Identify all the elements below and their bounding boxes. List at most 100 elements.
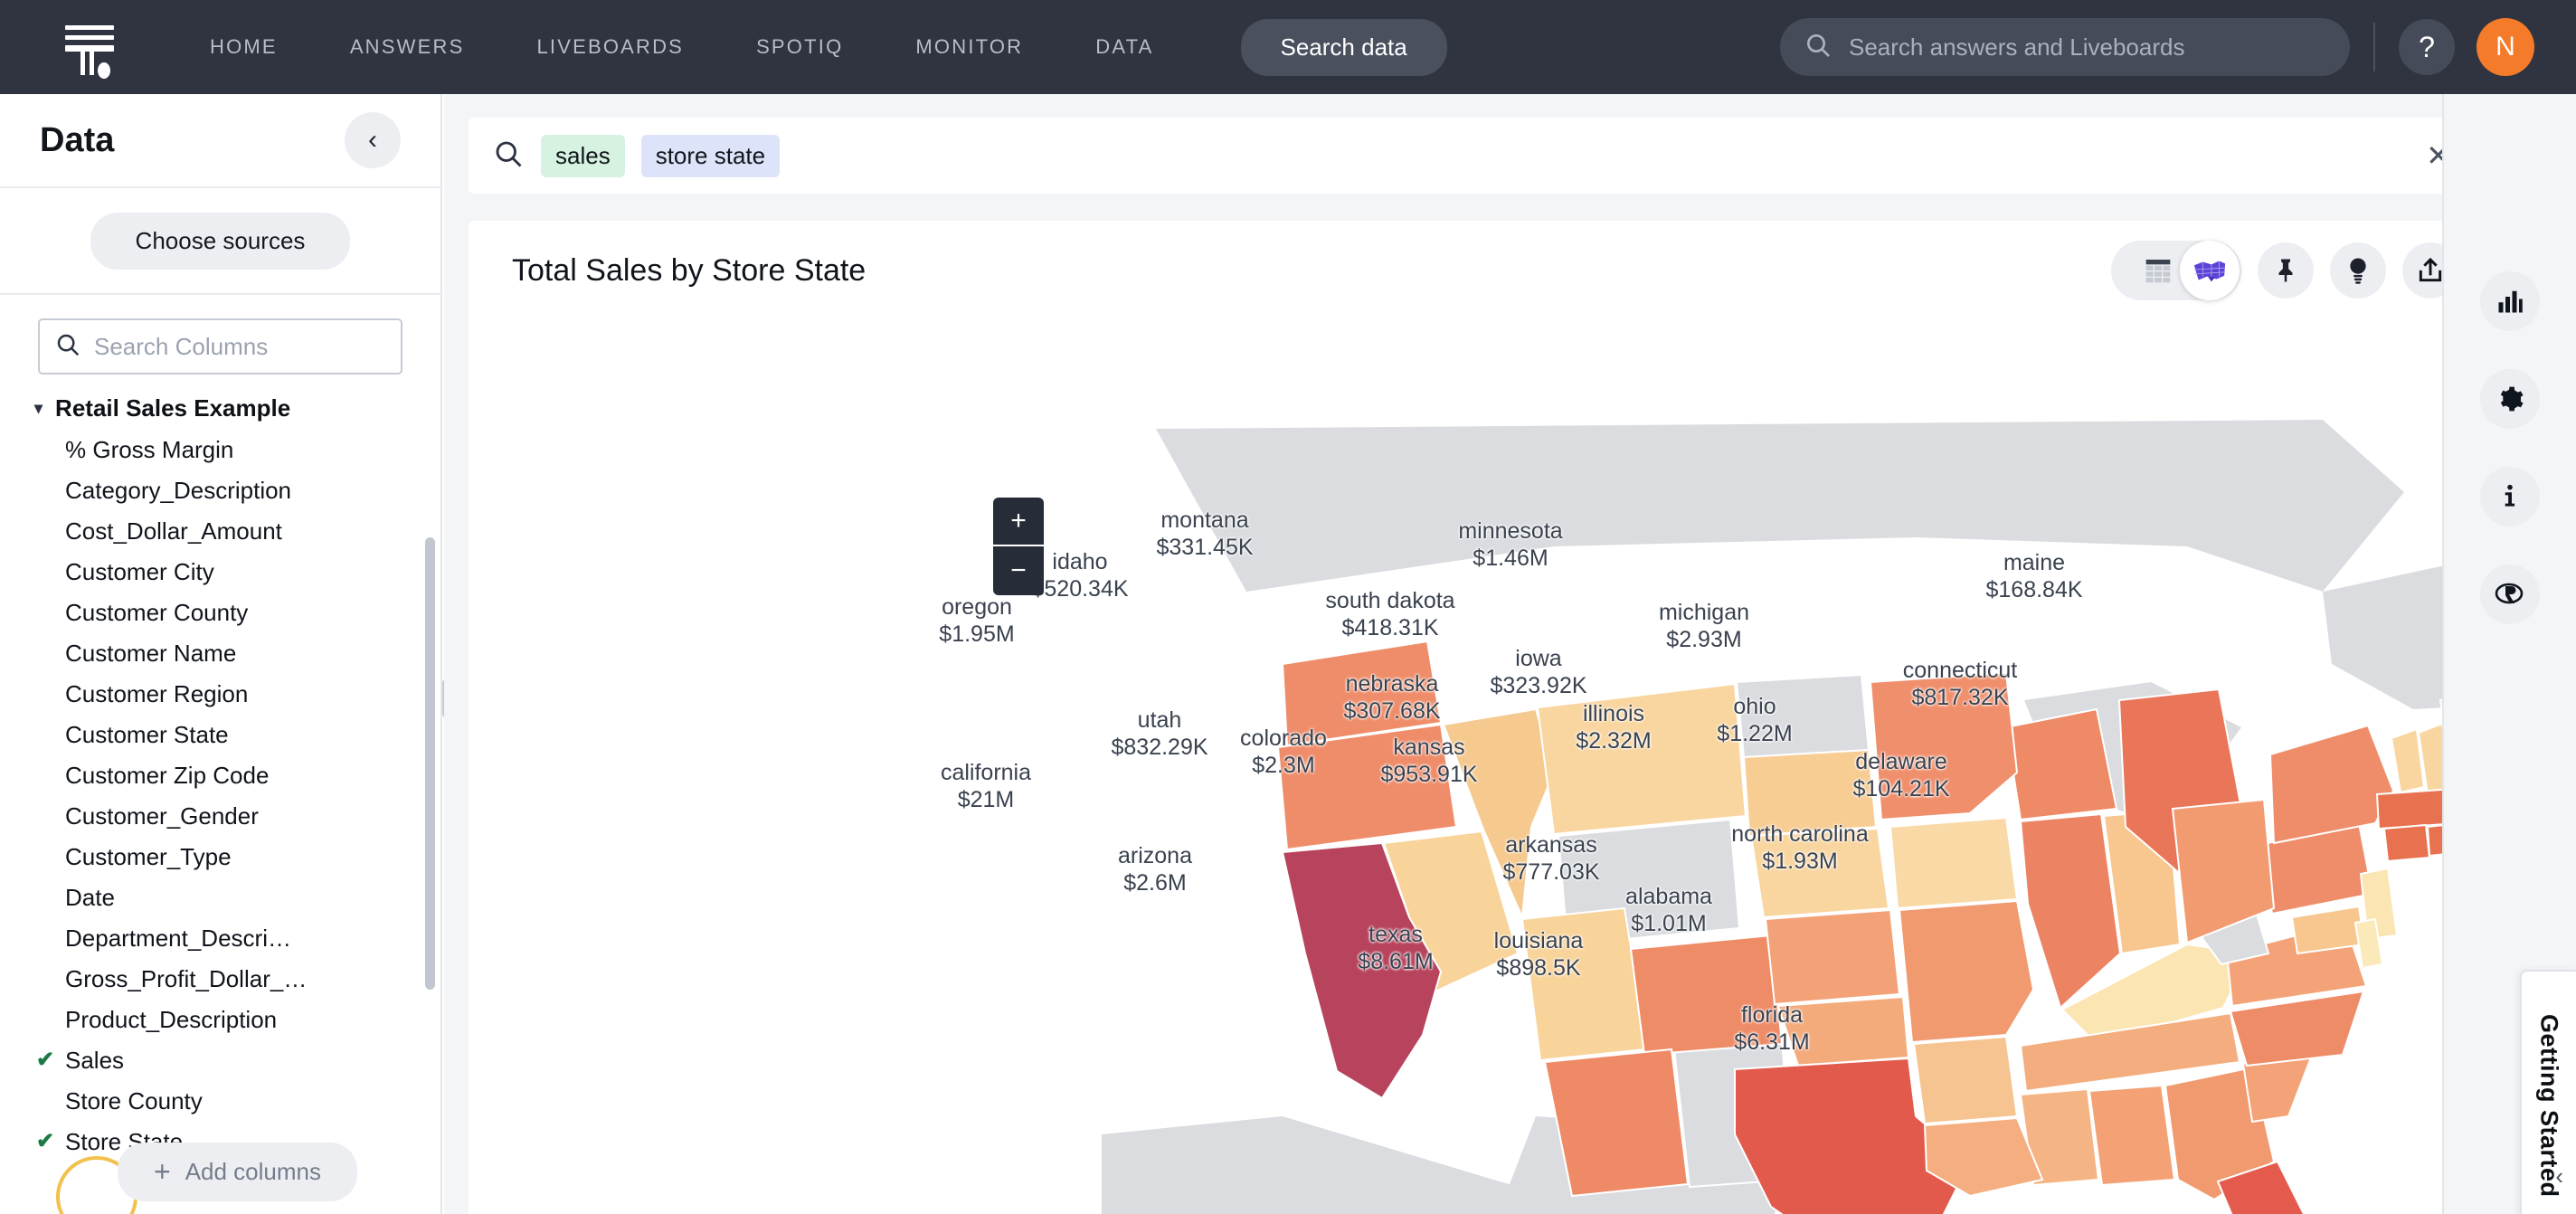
nav-item-monitor[interactable]: MONITOR: [915, 26, 1023, 68]
global-search-placeholder: Search answers and Liveboards: [1849, 33, 2184, 62]
sidebar-scrollbar[interactable]: [425, 537, 435, 990]
search-data-button[interactable]: Search data: [1241, 19, 1447, 76]
column-item-label: Customer Name: [65, 640, 236, 667]
column-item-label: Customer Region: [65, 680, 248, 707]
map-state-north-dakota[interactable]: [1737, 675, 1869, 757]
map-state-connecticut[interactable]: [2384, 825, 2429, 861]
column-item-label: Customer County: [65, 599, 248, 626]
query-chip-store-state[interactable]: store state: [641, 135, 780, 177]
column-item[interactable]: Customer Region: [34, 674, 440, 715]
query-search-bar[interactable]: sales store state ✕: [469, 118, 2481, 194]
column-item-label: % Gross Margin: [65, 436, 233, 463]
global-search-input[interactable]: Search answers and Liveboards: [1780, 18, 2350, 76]
column-item[interactable]: Date: [34, 877, 440, 918]
zoom-in-button[interactable]: +: [993, 498, 1044, 546]
nav-item-data[interactable]: DATA: [1095, 26, 1153, 68]
column-item-label: Store County: [65, 1087, 203, 1114]
sidebar-collapse-button[interactable]: ‹: [345, 112, 401, 168]
map-state-wisconsin[interactable]: [2006, 709, 2117, 820]
spotiq-insight-icon[interactable]: [2330, 242, 2386, 299]
column-item-label: Customer_Type: [65, 843, 232, 870]
column-item-label: Department_Descri…: [65, 925, 291, 952]
search-icon: [1804, 31, 1833, 64]
data-source-label: Retail Sales Example: [55, 394, 290, 422]
add-columns-label: Add columns: [185, 1158, 321, 1186]
query-chip-sales[interactable]: sales: [541, 135, 625, 177]
column-item-label: Gross_Profit_Dollar_…: [65, 965, 307, 992]
info-icon[interactable]: [2480, 467, 2540, 526]
pin-icon[interactable]: [2258, 242, 2314, 299]
search-columns-input[interactable]: Search Columns: [38, 318, 402, 375]
top-navigation-bar: HOME ANSWERS LIVEBOARDS SPOTIQ MONITOR D…: [0, 0, 2576, 94]
column-item[interactable]: Customer_Gender: [34, 796, 440, 837]
help-button[interactable]: ?: [2399, 19, 2455, 75]
column-item[interactable]: Customer Zip Code: [34, 755, 440, 796]
rail-buttons: [2444, 94, 2576, 624]
map-state-arkansas[interactable]: [1914, 1037, 2017, 1124]
map-state-iowa[interactable]: [1890, 818, 2017, 908]
check-icon: ✔: [36, 1047, 54, 1073]
map-state-kansas[interactable]: [1766, 910, 1899, 1004]
column-item-label: Sales: [65, 1047, 124, 1074]
thoughtspot-logo-icon[interactable]: [60, 17, 119, 77]
search-icon: [492, 138, 525, 175]
column-item-label: Customer Zip Code: [65, 762, 269, 789]
column-item-label: Product_Description: [65, 1006, 277, 1033]
map-state-maryland[interactable]: [2292, 906, 2364, 953]
nav-divider: [2373, 23, 2375, 71]
rail-collapse-icon[interactable]: ‹: [2555, 1162, 2563, 1190]
chart-settings-icon[interactable]: [2480, 369, 2540, 429]
column-item[interactable]: Customer Name: [34, 633, 440, 674]
chart-type-icon[interactable]: [2480, 271, 2540, 331]
sidebar-header: Data ‹: [0, 94, 440, 188]
map-state-new-york[interactable]: [2270, 726, 2393, 843]
map-state-alabama[interactable]: [2089, 1086, 2174, 1185]
sidebar-sources-section: Choose sources: [0, 188, 440, 295]
map-state-missouri[interactable]: [1899, 901, 2033, 1042]
getting-started-tab[interactable]: Getting Started: [2520, 970, 2576, 1214]
column-item[interactable]: % Gross Margin: [34, 430, 440, 470]
map-state-minnesota[interactable]: [1870, 673, 2017, 820]
column-item-label: Customer_Gender: [65, 802, 259, 830]
column-item[interactable]: Customer_Type: [34, 837, 440, 877]
visualization-header: Total Sales by Store State: [469, 221, 2574, 320]
map-zoom-controls: + −: [993, 498, 1044, 595]
column-item[interactable]: Category_Description: [34, 470, 440, 511]
nav-item-liveboards[interactable]: LIVEBOARDS: [536, 26, 684, 68]
column-item[interactable]: Store County: [34, 1081, 440, 1122]
data-source-retail-sales-example[interactable]: ▾ Retail Sales Example: [34, 394, 440, 422]
r-analysis-icon[interactable]: [2480, 564, 2540, 624]
page-title: Data: [40, 121, 114, 160]
map-state-oregon[interactable]: [1278, 725, 1456, 849]
choropleth-map[interactable]: oregon$1.95Midaho$520.34Kmontana$331.45K…: [469, 320, 2574, 1214]
nav-links: HOME ANSWERS LIVEBOARDS SPOTIQ MONITOR D…: [210, 19, 1447, 76]
column-item[interactable]: Customer City: [34, 552, 440, 593]
avatar[interactable]: N: [2477, 18, 2534, 76]
map-state-montana[interactable]: [1538, 684, 1746, 834]
column-item[interactable]: Product_Description: [34, 1000, 440, 1040]
map-state-illinois[interactable]: [2021, 814, 2120, 1008]
column-item-label: Date: [65, 884, 115, 911]
column-item[interactable]: ✔ Sales: [34, 1040, 440, 1081]
visualization-card: Total Sales by Store State: [469, 221, 2574, 1214]
map-state-south-dakota[interactable]: [1744, 750, 1876, 836]
nav-item-home[interactable]: HOME: [210, 26, 278, 68]
map-state-colorado[interactable]: [1631, 935, 1782, 1055]
plus-icon: +: [154, 1155, 171, 1189]
zoom-out-button[interactable]: −: [993, 546, 1044, 595]
map-chart-icon[interactable]: [2180, 241, 2240, 300]
column-item[interactable]: Department_Descri…: [34, 918, 440, 959]
column-item[interactable]: Customer State: [34, 715, 440, 755]
nav-item-answers[interactable]: ANSWERS: [350, 26, 465, 68]
search-columns-placeholder: Search Columns: [94, 333, 268, 361]
map-state-nebraska[interactable]: [1751, 829, 1889, 917]
column-item[interactable]: Gross_Profit_Dollar_…: [34, 959, 440, 1000]
nav-item-spotiq[interactable]: SPOTIQ: [756, 26, 843, 68]
column-item[interactable]: Customer County: [34, 593, 440, 633]
map-state-oklahoma[interactable]: [1778, 997, 1908, 1066]
choose-sources-button[interactable]: Choose sources: [90, 213, 351, 270]
column-item-label: Customer State: [65, 721, 229, 748]
column-item[interactable]: Cost_Dollar_Amount: [34, 511, 440, 552]
search-icon: [54, 331, 81, 363]
add-columns-button[interactable]: + Add columns: [118, 1143, 357, 1201]
